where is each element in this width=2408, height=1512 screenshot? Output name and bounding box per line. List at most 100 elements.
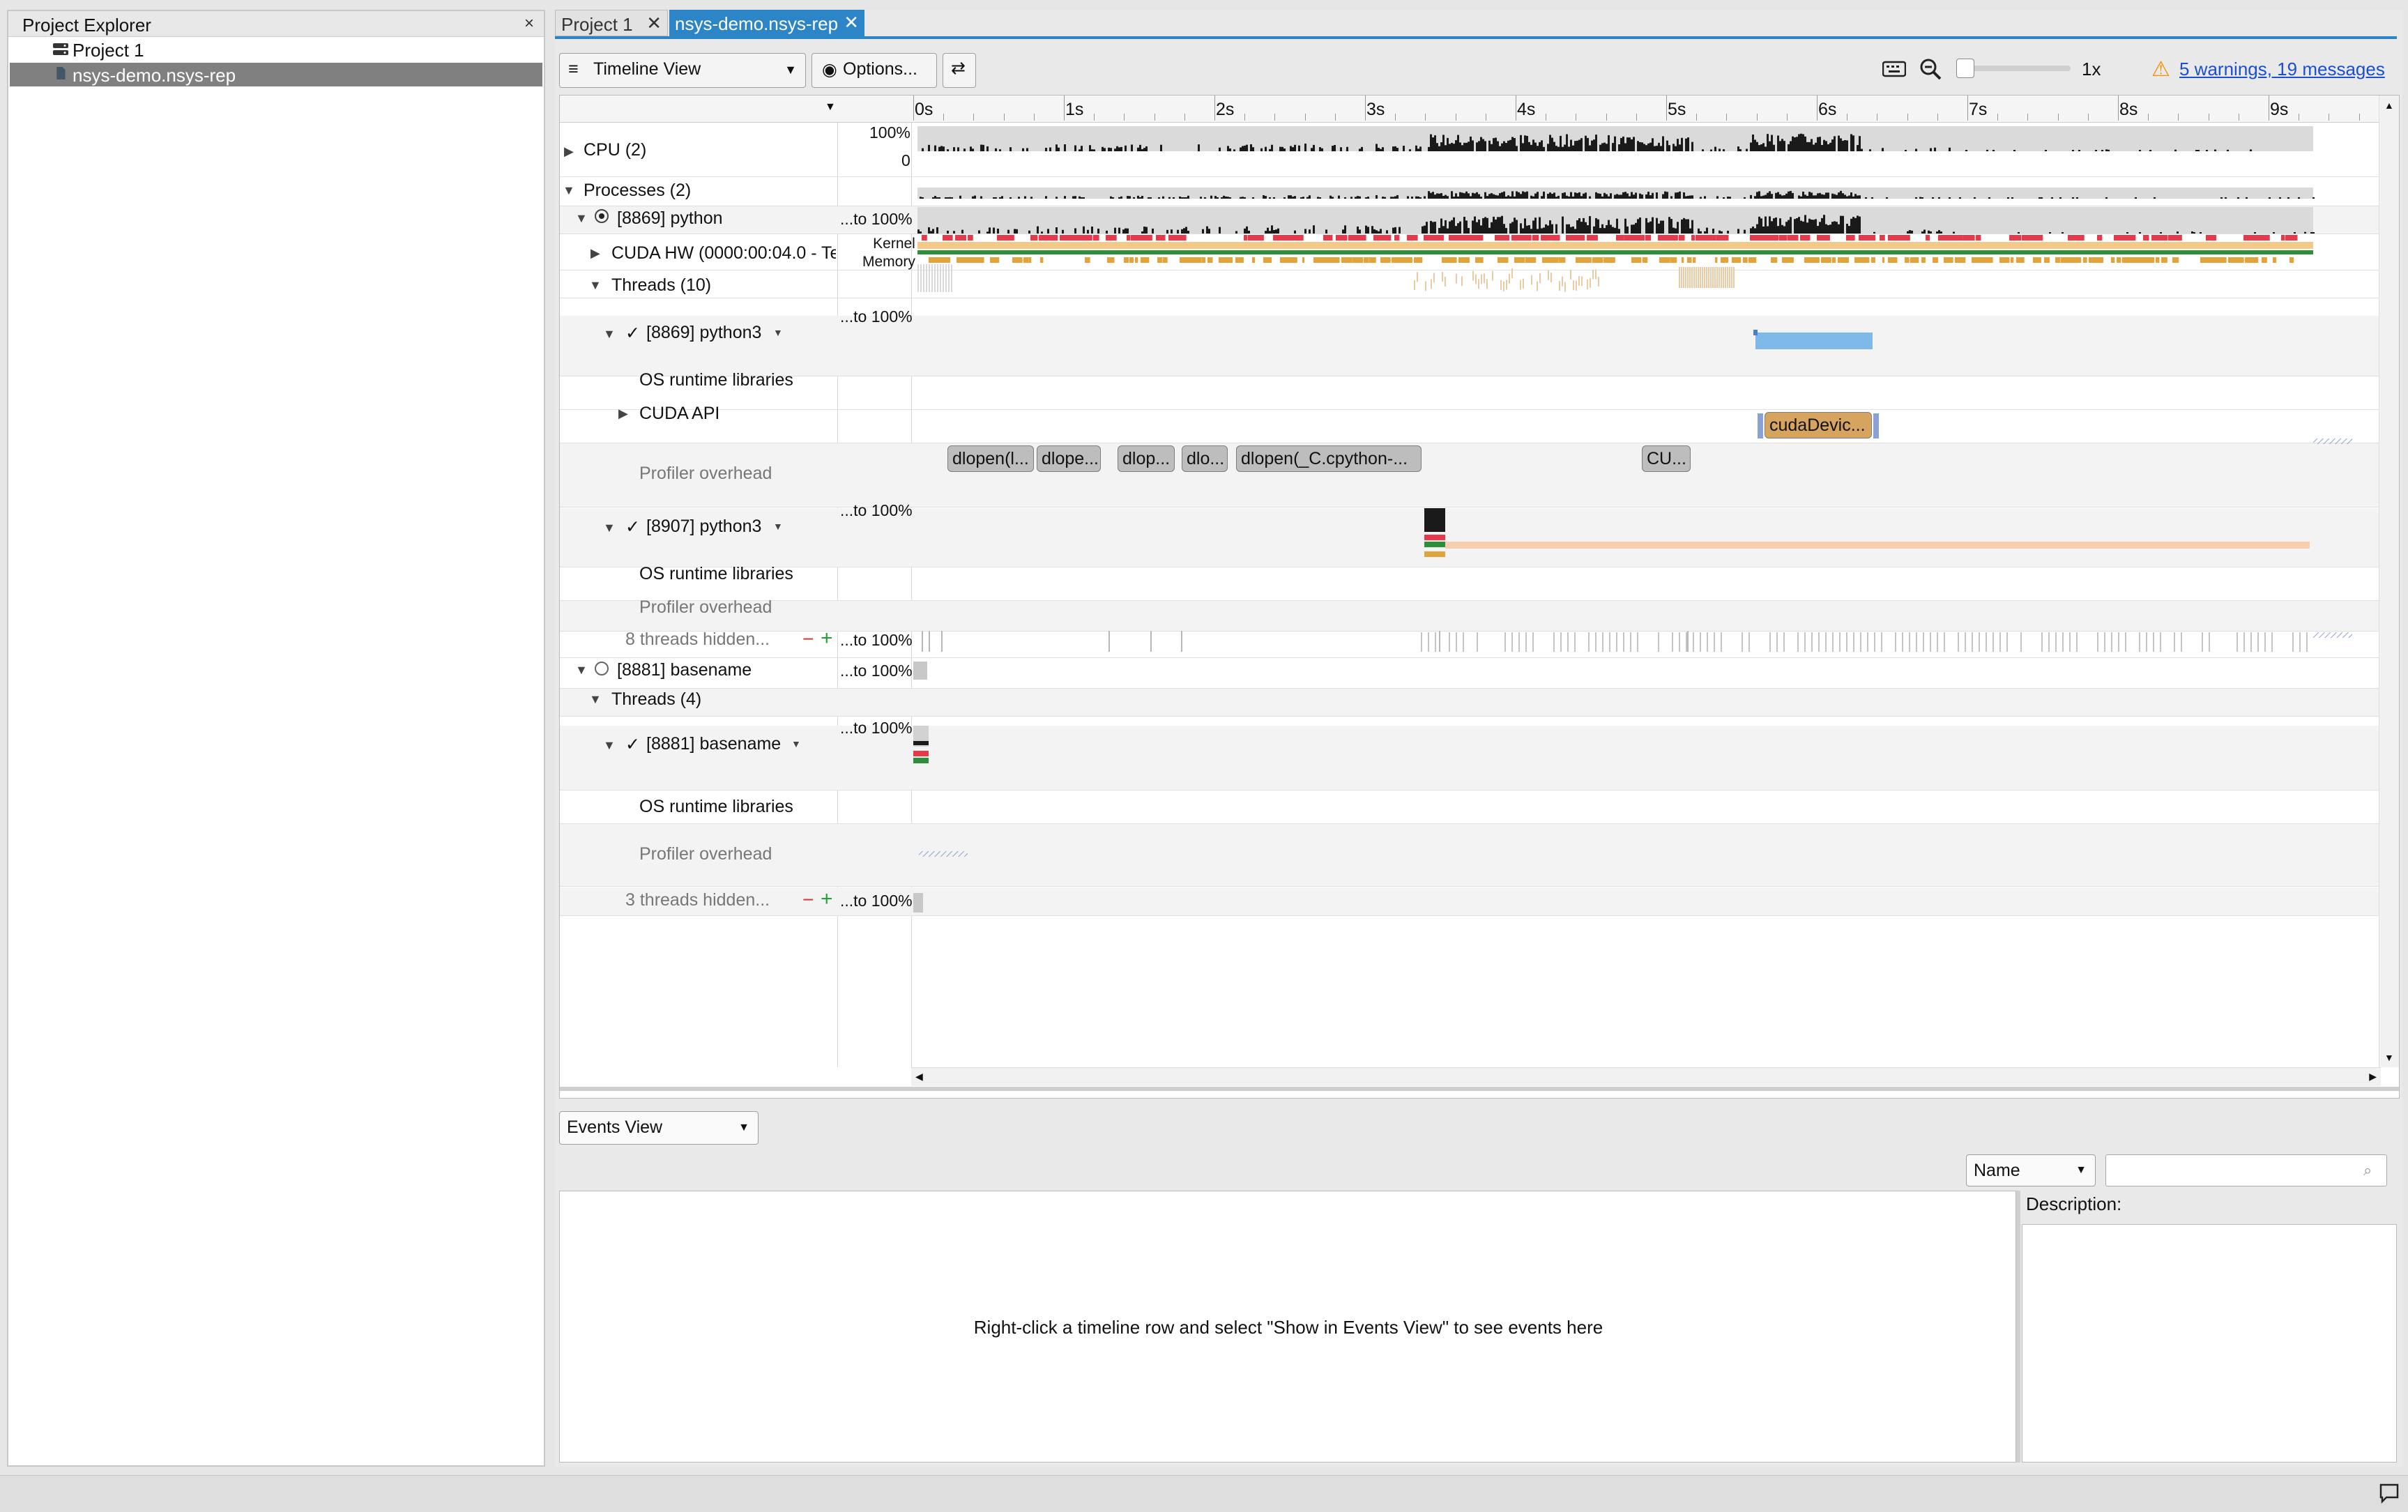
expand-arrow-icon[interactable]: ▶ bbox=[590, 246, 600, 261]
activity-bar bbox=[1108, 147, 1110, 151]
zoom-slider-handle[interactable] bbox=[1956, 59, 1974, 78]
thread-state-mark bbox=[2210, 235, 2217, 240]
row-label-thread-8907[interactable]: [8907] python3 bbox=[646, 517, 761, 537]
radio-icon[interactable] bbox=[595, 662, 609, 675]
check-icon[interactable]: ✓ bbox=[625, 323, 640, 344]
activity-bar bbox=[1541, 140, 1543, 151]
row-label-processes[interactable]: Processes (2) bbox=[584, 181, 691, 201]
options-button[interactable]: ◉ Options... bbox=[811, 53, 937, 88]
row-label-process-8881[interactable]: [8881] basename bbox=[617, 660, 752, 680]
profiler-event[interactable]: CU... bbox=[1642, 445, 1691, 472]
activity-bar bbox=[1551, 224, 1553, 234]
collapse-arrow-icon[interactable]: ▼ bbox=[603, 521, 616, 535]
keyboard-icon[interactable] bbox=[1882, 60, 1906, 78]
scroll-left-icon[interactable]: ◀ bbox=[915, 1071, 923, 1083]
view-select[interactable]: ≡ Timeline View ▼ bbox=[559, 53, 806, 88]
cuda-api-event[interactable]: cudaDevic... bbox=[1765, 412, 1872, 438]
collapse-arrow-icon[interactable]: ▼ bbox=[589, 692, 602, 707]
tree-item-project[interactable]: Project 1 bbox=[10, 38, 542, 61]
chat-icon[interactable] bbox=[2379, 1483, 2400, 1504]
row-label-cuda-hw[interactable]: CUDA HW (0000:00:04.0 - Te bbox=[611, 243, 836, 264]
plus-icon[interactable]: + bbox=[821, 627, 833, 650]
row-label-threads-4[interactable]: Threads (4) bbox=[611, 689, 701, 710]
hidden-thread-mark bbox=[1874, 632, 1875, 652]
collapse-arrow-icon[interactable]: ▼ bbox=[575, 211, 588, 226]
chevron-down-icon[interactable]: ▼ bbox=[825, 101, 836, 114]
dropdown-icon[interactable]: ▼ bbox=[773, 327, 783, 338]
check-icon[interactable]: ✓ bbox=[625, 517, 640, 537]
row-label-profiler-overhead[interactable]: Profiler overhead bbox=[639, 464, 772, 484]
activity-bar bbox=[1618, 194, 1620, 199]
profiler-event[interactable]: dlop... bbox=[1118, 445, 1175, 472]
panel-splitter[interactable] bbox=[560, 1087, 2399, 1091]
activity-bar bbox=[1838, 135, 1840, 151]
row-label-thread-8869[interactable]: [8869] python3 bbox=[646, 323, 761, 343]
row-label-process-8869[interactable]: [8869] python bbox=[617, 208, 723, 229]
close-icon[interactable]: × bbox=[524, 14, 534, 33]
horizontal-scrollbar[interactable]: ◀ ▶ bbox=[911, 1067, 2381, 1086]
row-label-os-runtime[interactable]: OS runtime libraries bbox=[639, 564, 793, 584]
minus-icon[interactable]: − bbox=[802, 628, 814, 650]
dropdown-icon[interactable]: ▼ bbox=[791, 738, 801, 749]
zoom-slider[interactable] bbox=[1956, 59, 2071, 78]
scroll-up-icon[interactable]: ▲ bbox=[2384, 100, 2394, 111]
collapse-arrow-icon[interactable]: ▼ bbox=[603, 327, 616, 342]
os-runtime-mark bbox=[948, 264, 950, 292]
profiler-event[interactable]: dlo... bbox=[1182, 445, 1228, 472]
events-splitter[interactable] bbox=[2016, 1191, 2020, 1463]
time-ruler[interactable]: ▼ 0s 1s 2s 3s 4s 5s 6s 7s 8s 9s bbox=[560, 96, 2399, 123]
hidden-thread-mark bbox=[1707, 632, 1708, 652]
collapse-arrow-icon[interactable]: ▼ bbox=[589, 278, 602, 293]
warnings-link[interactable]: 5 warnings, 19 messages bbox=[2179, 59, 2385, 80]
row-label-os-runtime[interactable]: OS runtime libraries bbox=[639, 797, 793, 817]
timeline-graphics[interactable] bbox=[912, 122, 2362, 924]
timeline-panel[interactable]: ▼ 0s 1s 2s 3s 4s 5s 6s 7s 8s 9s ▶ CPU (2… bbox=[559, 95, 2400, 1099]
row-label-cpu[interactable]: CPU (2) bbox=[584, 140, 646, 160]
row-label-os-runtime[interactable]: OS runtime libraries bbox=[639, 370, 793, 390]
row-label-threads-10[interactable]: Threads (10) bbox=[611, 275, 711, 296]
scroll-right-icon[interactable]: ▶ bbox=[2369, 1071, 2377, 1083]
zoom-out-icon[interactable] bbox=[1919, 57, 1942, 81]
tab-project-1[interactable]: Project 1 ✕ bbox=[555, 10, 668, 36]
collapse-arrow-icon[interactable]: ▼ bbox=[563, 183, 575, 198]
row-label-profiler-overhead[interactable]: Profiler overhead bbox=[639, 844, 772, 864]
ruler-minor-tick bbox=[1395, 114, 1396, 121]
row-label-cuda-api[interactable]: CUDA API bbox=[639, 404, 719, 424]
profiler-event[interactable]: dlope... bbox=[1037, 445, 1101, 472]
events-table[interactable]: Right-click a timeline row and select "S… bbox=[559, 1191, 2016, 1463]
close-icon[interactable]: ✕ bbox=[646, 13, 662, 34]
collapse-arrow-icon[interactable]: ▼ bbox=[575, 663, 588, 678]
check-icon[interactable]: ✓ bbox=[625, 734, 640, 755]
row-label-hidden-threads[interactable]: 3 threads hidden... bbox=[625, 890, 770, 910]
thread-state-mark bbox=[1464, 257, 1470, 263]
activity-bar bbox=[1838, 192, 1840, 199]
activity-bar bbox=[1597, 193, 1599, 199]
activity-bar bbox=[1578, 218, 1580, 234]
search-input[interactable] bbox=[2105, 1154, 2387, 1186]
expand-arrow-icon[interactable]: ▶ bbox=[564, 144, 574, 159]
row-label-hidden-threads[interactable]: 8 threads hidden... bbox=[625, 629, 770, 650]
tree-item-report[interactable]: nsys-demo.nsys-rep bbox=[10, 63, 542, 86]
minus-icon[interactable]: − bbox=[802, 889, 814, 911]
profiler-event[interactable]: dlopen(l... bbox=[947, 445, 1034, 472]
events-view-select[interactable]: Events View ▼ bbox=[559, 1111, 759, 1145]
activity-bar bbox=[1790, 190, 1792, 199]
plus-icon[interactable]: + bbox=[821, 887, 833, 911]
row-label-profiler-overhead[interactable]: Profiler overhead bbox=[639, 597, 772, 618]
filter-field-select[interactable]: Name ▼ bbox=[1966, 1154, 2096, 1186]
tab-report[interactable]: nsys-demo.nsys-rep ✕ bbox=[669, 10, 864, 36]
profiler-event[interactable]: dlopen(_C.cpython-... bbox=[1236, 445, 1422, 472]
thread-state-mark bbox=[1631, 257, 1638, 263]
collapse-arrow-icon[interactable]: ▼ bbox=[603, 738, 616, 753]
swap-button[interactable]: ⇄ bbox=[943, 53, 976, 88]
activity-bar bbox=[1806, 196, 1808, 199]
vertical-scrollbar[interactable]: ▲ ▼ bbox=[2379, 96, 2399, 1067]
close-icon[interactable]: ✕ bbox=[844, 12, 859, 33]
row-label-thread-8881[interactable]: [8881] basename bbox=[646, 734, 781, 754]
expand-arrow-icon[interactable]: ▶ bbox=[618, 406, 628, 421]
scroll-down-icon[interactable]: ▼ bbox=[2384, 1052, 2394, 1063]
radio-selected-icon[interactable] bbox=[595, 209, 609, 223]
dropdown-icon[interactable]: ▼ bbox=[773, 521, 783, 532]
activity-bar bbox=[1493, 138, 1495, 151]
cuda-kernel-bar[interactable] bbox=[1755, 333, 1873, 349]
